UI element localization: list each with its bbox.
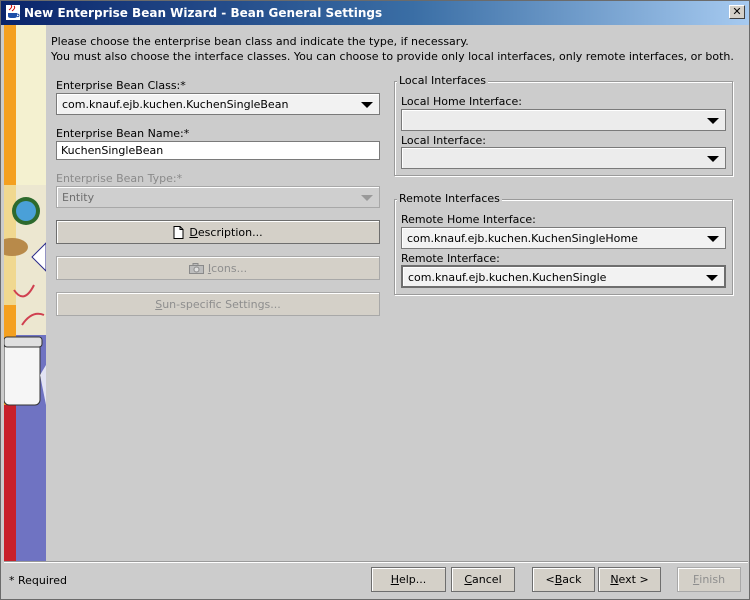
remote-home-value: com.knauf.ejb.kuchen.KuchenSingleHome — [407, 232, 638, 245]
bean-class-value: com.knauf.ejb.kuchen.KuchenSingleBean — [62, 98, 289, 111]
footer-separator — [4, 561, 748, 563]
bean-class-label: Enterprise Bean Class:* — [56, 79, 186, 92]
close-button[interactable]: ✕ — [729, 5, 745, 19]
wizard-window: New Enterprise Bean Wizard - Bean Genera… — [0, 0, 750, 600]
close-icon: ✕ — [732, 5, 742, 18]
local-home-label: Local Home Interface: — [401, 95, 522, 108]
finish-button[interactable]: Finish — [677, 567, 741, 592]
chevron-down-icon[interactable] — [707, 118, 719, 124]
window-title: New Enterprise Bean Wizard - Bean Genera… — [24, 6, 383, 20]
instruction-line-1: Please choose the enterprise bean class … — [51, 35, 469, 48]
bean-type-label: Enterprise Bean Type:* — [56, 172, 183, 185]
back-button[interactable]: < Back — [532, 567, 595, 592]
next-button[interactable]: Next > — [598, 567, 661, 592]
bean-name-input[interactable] — [57, 142, 379, 159]
bean-class-combo[interactable]: com.knauf.ejb.kuchen.KuchenSingleBean — [56, 93, 380, 115]
chevron-down-icon[interactable] — [706, 275, 718, 281]
local-interface-label: Local Interface: — [401, 134, 486, 147]
bean-name-field[interactable] — [56, 141, 380, 160]
remote-interfaces-title: Remote Interfaces — [397, 192, 502, 205]
remote-interface-label: Remote Interface: — [401, 252, 500, 265]
remote-home-combo[interactable]: com.knauf.ejb.kuchen.KuchenSingleHome — [401, 227, 726, 249]
sun-specific-settings-button[interactable]: Sun-specific Settings... — [56, 292, 380, 316]
bean-name-label: Enterprise Bean Name:* — [56, 127, 190, 140]
required-note: * Required — [9, 574, 67, 587]
title-bar[interactable]: New Enterprise Bean Wizard - Bean Genera… — [1, 1, 749, 25]
document-icon — [173, 225, 184, 239]
local-home-combo[interactable] — [401, 109, 726, 131]
chevron-down-icon[interactable] — [707, 156, 719, 162]
cancel-button[interactable]: Cancel — [451, 567, 515, 592]
wizard-sidebar-graphic — [4, 25, 46, 561]
help-button[interactable]: Help... — [371, 567, 446, 592]
local-interfaces-title: Local Interfaces — [397, 74, 488, 87]
bean-type-combo[interactable]: Entity — [56, 186, 380, 208]
remote-home-label: Remote Home Interface: — [401, 213, 536, 226]
instructions: Please choose the enterprise bean class … — [51, 34, 734, 64]
local-interface-combo[interactable] — [401, 147, 726, 169]
camera-icon — [188, 262, 204, 274]
description-button[interactable]: Description... — [56, 220, 380, 244]
chevron-down-icon[interactable] — [707, 236, 719, 242]
icons-button[interactable]: Icons... — [56, 256, 380, 280]
chevron-down-icon[interactable] — [361, 195, 373, 201]
chevron-down-icon[interactable] — [361, 102, 373, 108]
remote-interface-combo[interactable]: com.knauf.ejb.kuchen.KuchenSingle — [401, 265, 726, 288]
instruction-line-2: You must also choose the interface class… — [51, 50, 734, 63]
bean-type-value: Entity — [62, 191, 95, 204]
remote-interface-value: com.knauf.ejb.kuchen.KuchenSingle — [408, 271, 607, 284]
java-cup-icon — [6, 5, 20, 20]
